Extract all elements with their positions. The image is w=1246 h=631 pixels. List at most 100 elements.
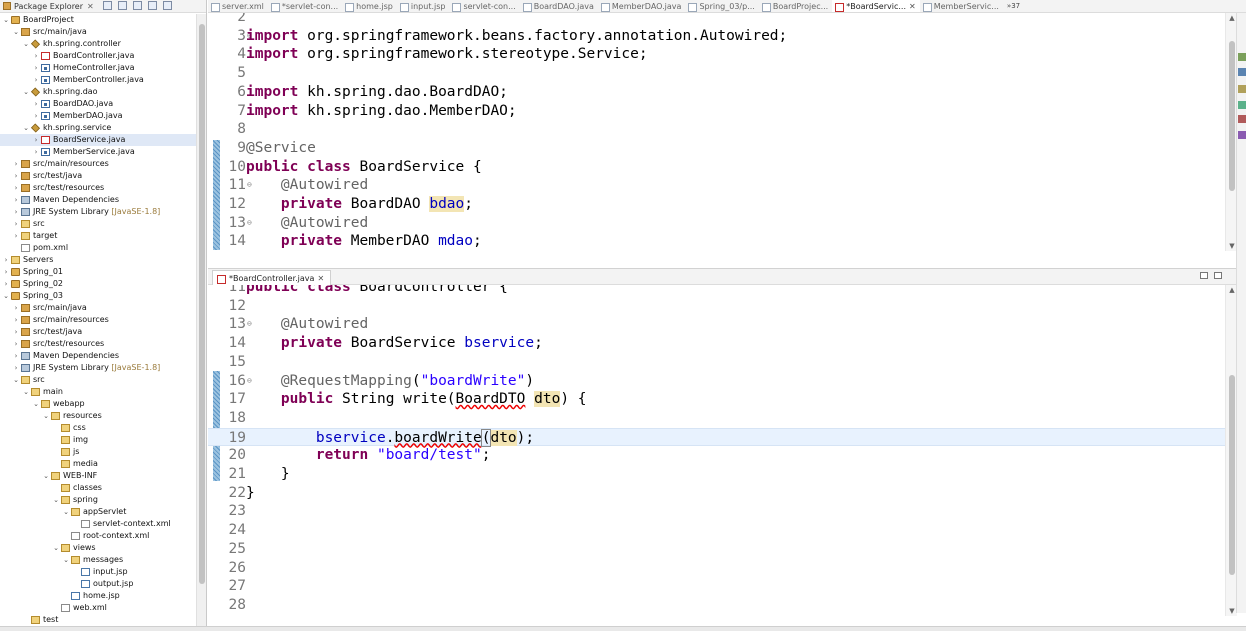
code-line[interactable]: 2 xyxy=(208,13,1225,27)
tree-item[interactable]: › src/test/resources xyxy=(0,338,196,350)
code-line[interactable]: 12 xyxy=(208,297,1225,316)
servers-icon[interactable] xyxy=(1238,115,1246,123)
chevron-down-icon[interactable]: ⌄ xyxy=(62,554,70,566)
code-line[interactable]: 3 ⊖ import org.springframework.beans.facto… xyxy=(208,27,1225,46)
code-line[interactable]: 4 import org.springframework.stereotype.S… xyxy=(208,45,1225,64)
chevron-down-icon[interactable]: ⌄ xyxy=(22,86,30,98)
console-icon[interactable] xyxy=(1238,85,1246,93)
tree-item[interactable]: › JRE System Library [JavaSE-1.8] xyxy=(0,206,196,218)
tree-item[interactable]: › Spring_01 xyxy=(0,266,196,278)
tab-board-controller[interactable]: *BoardController.java ✕ xyxy=(212,270,332,285)
minimize-icon[interactable] xyxy=(148,1,157,10)
tab-overflow-button[interactable]: »37 xyxy=(1003,0,1024,12)
chevron-right-icon[interactable]: › xyxy=(32,134,40,146)
editor-tab[interactable]: MemberServic... xyxy=(920,0,1003,12)
tree-item[interactable]: ⌄ webapp xyxy=(0,398,196,410)
tree-item[interactable]: › Servers xyxy=(0,254,196,266)
code-line[interactable]: 5 xyxy=(208,64,1225,83)
code-line[interactable]: 9 @Service xyxy=(208,139,1225,158)
chevron-right-icon[interactable]: › xyxy=(12,170,20,182)
tree-item[interactable]: › src/main/resources xyxy=(0,158,196,170)
chevron-right-icon[interactable]: › xyxy=(2,254,10,266)
chevron-right-icon[interactable]: › xyxy=(32,50,40,62)
tree-item[interactable]: › MemberController.java xyxy=(0,74,196,86)
chevron-right-icon[interactable]: › xyxy=(32,98,40,110)
tree-item[interactable]: › Maven Dependencies xyxy=(0,350,196,362)
chevron-right-icon[interactable]: › xyxy=(12,302,20,314)
chevron-right-icon[interactable]: › xyxy=(32,62,40,74)
tree-item[interactable]: ⌄ views xyxy=(0,542,196,554)
code-line[interactable]: 8 xyxy=(208,120,1225,139)
chevron-down-icon[interactable]: ⌄ xyxy=(22,122,30,134)
tree-item[interactable]: ⌄ kh.spring.dao xyxy=(0,86,196,98)
editor-tab[interactable]: Spring_03/p... xyxy=(685,0,758,12)
chevron-right-icon[interactable]: › xyxy=(12,350,20,362)
tree-item[interactable]: servlet-context.xml xyxy=(0,518,196,530)
editor-tab[interactable]: servlet-con... xyxy=(449,0,519,12)
tree-item[interactable]: home.jsp xyxy=(0,590,196,602)
tree-item[interactable]: › target xyxy=(0,230,196,242)
editor-tab[interactable]: input.jsp xyxy=(397,0,450,12)
tree-item[interactable]: input.jsp xyxy=(0,566,196,578)
chevron-down-icon[interactable]: ⌄ xyxy=(2,290,10,302)
code-line[interactable]: 25 xyxy=(208,540,1225,559)
tree-item[interactable]: css xyxy=(0,422,196,434)
tree-item[interactable]: › BoardController.java xyxy=(0,50,196,62)
code-line[interactable]: 15 xyxy=(208,353,1225,372)
code-line[interactable]: 7 import kh.spring.dao.MemberDAO; xyxy=(208,102,1225,121)
tree-item[interactable]: ⌄ main xyxy=(0,386,196,398)
chevron-down-icon[interactable]: ⌄ xyxy=(32,398,40,410)
tree-item[interactable]: classes xyxy=(0,482,196,494)
editor-tab[interactable]: BoardDAO.java xyxy=(520,0,598,12)
scrollbar-thumb[interactable] xyxy=(1229,375,1235,575)
chevron-down-icon[interactable]: ⌄ xyxy=(52,542,60,554)
chevron-down-icon[interactable]: ⌄ xyxy=(42,410,50,422)
outline-icon[interactable] xyxy=(1238,53,1246,61)
tree-item[interactable]: output.jsp xyxy=(0,578,196,590)
editor-board-controller[interactable]: 11 public class BoardController {12 13 ⊖ @A… xyxy=(208,285,1225,616)
code-line[interactable]: 28 xyxy=(208,596,1225,615)
chevron-right-icon[interactable]: › xyxy=(12,194,20,206)
tree-item[interactable]: › HomeController.java xyxy=(0,62,196,74)
link-with-editor-icon[interactable] xyxy=(118,1,127,10)
code-line[interactable]: 6 import kh.spring.dao.BoardDAO; xyxy=(208,83,1225,102)
view-menu-icon[interactable] xyxy=(133,1,142,10)
code-line[interactable]: 19 bservice.boardWrite(dto); xyxy=(208,427,1225,447)
chevron-right-icon[interactable]: › xyxy=(12,338,20,350)
chevron-down-icon[interactable]: ⌄ xyxy=(52,494,60,506)
code-line[interactable]: 24 xyxy=(208,521,1225,540)
editor-tab[interactable]: *BoardServic... ✕ xyxy=(832,0,920,12)
code-line[interactable]: 10 public class BoardService { xyxy=(208,158,1225,177)
tree-item[interactable]: › BoardService.java xyxy=(0,134,196,146)
chevron-right-icon[interactable]: › xyxy=(12,326,20,338)
code-line[interactable]: 26 xyxy=(208,559,1225,578)
tree-item[interactable]: ⌄ src/main/java xyxy=(0,26,196,38)
chevron-right-icon[interactable]: › xyxy=(32,74,40,86)
code-line[interactable]: 16 ⊖ @RequestMapping("boardWrite") xyxy=(208,372,1225,391)
code-line[interactable]: 17 public String write(BoardDTO dto) { xyxy=(208,390,1225,409)
chevron-right-icon[interactable]: › xyxy=(2,266,10,278)
editor-tab[interactable]: server.xml xyxy=(208,0,268,12)
chevron-down-icon[interactable]: ⌄ xyxy=(62,506,70,518)
tree-item[interactable]: pom.xml xyxy=(0,242,196,254)
chevron-down-icon[interactable]: ⌄ xyxy=(2,14,10,26)
tree-item[interactable]: ⌄ spring xyxy=(0,494,196,506)
search-icon[interactable] xyxy=(1238,131,1246,139)
close-icon[interactable]: ✕ xyxy=(909,2,916,11)
tree-item[interactable]: › src/test/java xyxy=(0,170,196,182)
tree-item[interactable]: › MemberDAO.java xyxy=(0,110,196,122)
code-line[interactable]: 13 ⊖ @Autowired xyxy=(208,315,1225,334)
editor-tab[interactable]: home.jsp xyxy=(342,0,397,12)
code-line[interactable]: 11 ⊖ @Autowired xyxy=(208,176,1225,195)
tree-item[interactable]: js xyxy=(0,446,196,458)
scrollbar-thumb[interactable] xyxy=(1229,41,1235,191)
chevron-down-icon[interactable]: ⌄ xyxy=(22,386,30,398)
tree-item[interactable]: ⌄ WEB-INF xyxy=(0,470,196,482)
tree-item[interactable]: ⌄ resources xyxy=(0,410,196,422)
chevron-right-icon[interactable]: › xyxy=(12,182,20,194)
tree-item[interactable]: web.xml xyxy=(0,602,196,614)
maximize-icon[interactable] xyxy=(1214,272,1222,279)
chevron-right-icon[interactable]: › xyxy=(32,110,40,122)
tree-item[interactable]: img xyxy=(0,434,196,446)
chevron-right-icon[interactable]: › xyxy=(32,146,40,158)
